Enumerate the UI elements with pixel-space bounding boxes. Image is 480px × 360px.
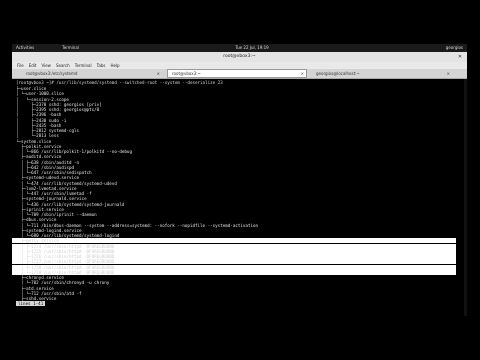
cgroup-tree-line: ├─polkit.service (16, 143, 62, 149)
cgroup-tree-line: │ ├─2812 systemd-cgls (16, 128, 80, 133)
menu-item-tabs[interactable]: Tabs (97, 63, 106, 68)
cgroup-tree-line: │ └─session-2.scope (16, 96, 69, 102)
cgroup-tree-line: │ └─647 /usr/sbin/sedispatch (16, 170, 92, 175)
cgroup-tree-line: ├─chronyd.service (16, 275, 64, 280)
cgroup-tree-line: │ └─436 /usr/lib/systemd/systemd-journal… (16, 201, 125, 207)
cgroup-tree-line: │ └─474 /usr/lib/systemd/systemd-udevd (16, 180, 117, 186)
close-icon[interactable]: × (301, 70, 304, 77)
clock[interactable]: Tue 22 Jul, 19:19 (222, 44, 282, 52)
app-menu[interactable]: Terminal (62, 44, 79, 52)
cgroup-tree-line: │ └─709 /sbin/iprinit --daemon (16, 212, 97, 217)
window-title: root@vbox3:~ (223, 54, 256, 59)
cgroup-tree-line: │ ├─2395 sshd: georgios@pts/0 (16, 107, 100, 112)
cgroup-tree-line: │ └─680 /usr/lib/systemd/systemd-logind (16, 233, 120, 238)
cgroup-tree-line: ├─lvm2-lvmetad.service (16, 185, 77, 191)
tab-label: georgios@localhost:~ (316, 71, 360, 76)
activities-button[interactable]: Activities (16, 44, 34, 52)
highlighted-tree-line: │ └─1729 /usr/sbin/httpd -DFOREGROUND (12, 269, 456, 275)
menu-item-help[interactable]: Help (110, 63, 119, 68)
menu-item-edit[interactable]: Edit (29, 63, 37, 68)
terminal-output[interactable]: [root@vbox3 ~]# /usr/lib/systemd/systemd… (12, 79, 467, 316)
cgroup-tree-line: ├─systemd-udevd.service (16, 175, 80, 181)
tab-bar: root@vbox3:/etc/systemd × root@vbox3:~ ×… (12, 69, 467, 79)
close-icon[interactable]: × (447, 70, 450, 77)
cgroup-tree-line: │ ├─2396 -bash (16, 112, 62, 118)
user-menu[interactable]: georgios (446, 44, 463, 52)
cgroup-tree-line: │ └─user-1000.slice (16, 91, 64, 97)
close-icon[interactable]: ✕ (457, 54, 463, 60)
close-icon[interactable]: × (157, 70, 160, 77)
scrollbar[interactable] (464, 79, 467, 316)
cgroup-tree-line: │ └─711 /bin/dbus-daemon --system --addr… (16, 222, 259, 228)
prompt-line: [root@vbox3 ~]# /usr/lib/systemd/systemd… (16, 80, 223, 85)
window-titlebar[interactable]: root@vbox3:~ ✕ (12, 52, 467, 62)
cgroup-tree-line: │ ├─642 /sbin/audispd (16, 164, 74, 170)
tab-etc-systemd[interactable]: root@vbox3:/etc/systemd × (22, 70, 162, 77)
cgroup-tree-line: ├─dbus.service (16, 217, 57, 223)
highlighted-tree-line: │ ├─1728 /usr/sbin/httpd -DFOREGROUND (12, 264, 456, 270)
highlighted-tree-line: │ ├─1726 /usr/sbin/httpd -DFOREGROUND (12, 254, 456, 259)
cgroup-tree-line: ├─sshd.service (16, 296, 57, 301)
highlighted-tree-line: │ ├─1725 /usr/sbin/httpd -DFOREGROUND (12, 248, 456, 254)
gnome-top-bar: Activities Terminal Tue 22 Jul, 19:19 ge… (12, 44, 467, 52)
pager-status: lines 1-41 (16, 301, 46, 307)
cgroup-tree-line: │ ├─2370 sshd: georgios [priv] (16, 101, 102, 107)
tab-label: root@vbox3:~ (172, 71, 201, 76)
tab-georgios[interactable]: georgios@localhost:~ × (312, 70, 452, 77)
cgroup-tree-line: ├─atd.service (16, 285, 54, 291)
cgroup-tree-line: │ ├─2435 -bash (16, 122, 62, 128)
cgroup-tree-line: │ └─702 /usr/sbin/chronyd -u chrony (16, 280, 110, 286)
cgroup-tree-line: │ ├─2430 sudo -i (16, 117, 67, 123)
menu-bar: File Edit View Search Terminal Tabs Help (12, 62, 467, 69)
tab-label: root@vbox3:/etc/systemd (26, 71, 78, 76)
menu-item-search[interactable]: Search (56, 63, 70, 68)
highlighted-tree-line: │ ├─1727 /usr/sbin/httpd -DFOREGROUND (12, 259, 456, 265)
cgroup-tree-line: │ └─2813 less (16, 133, 59, 139)
cgroup-tree-line: ├─systemd-logind.service (16, 227, 82, 233)
cgroup-tree-line: │ └─712 /usr/sbin/atd -f (16, 290, 82, 296)
highlighted-tree-line: ├─getty.service (12, 238, 456, 244)
cgroup-tree-line: └─system.slice (16, 138, 52, 144)
tab-root[interactable]: root@vbox3:~ × (167, 69, 307, 78)
menu-item-terminal[interactable]: Terminal (75, 63, 92, 68)
cgroup-tree-line: ├─auditd.service (16, 154, 62, 160)
menu-item-file[interactable]: File (17, 63, 24, 68)
cgroup-tree-line: │ ├─638 /sbin/auditd -n (16, 159, 80, 165)
cgroup-tree-line: ├─systemd-journald.service (16, 196, 87, 202)
menu-item-view[interactable]: View (41, 63, 51, 68)
cgroup-tree-line: ├─user.slice (16, 86, 47, 91)
cgroup-tree-line: ├─iprinit.service (16, 206, 64, 212)
cgroup-tree-line: │ └─866 /usr/lib/polkit-1/polkitd --no-d… (16, 149, 132, 154)
cgroup-tree-line: │ └─447 /usr/sbin/lvmetad -f (16, 191, 92, 196)
highlighted-tree-line: │ ├─1724 /usr/sbin/httpd -DFOREGROUND (12, 243, 456, 249)
